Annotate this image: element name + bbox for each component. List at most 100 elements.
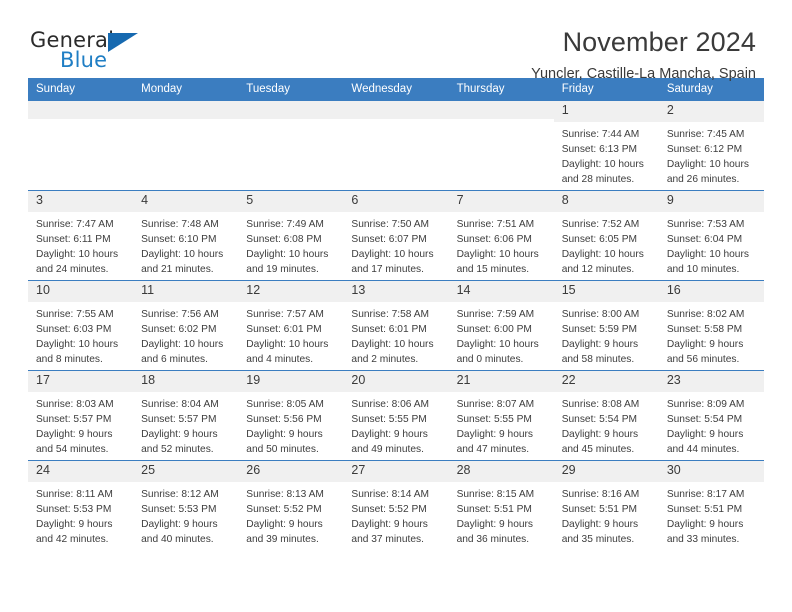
calendar-day-cell[interactable]: 18 Sunrise: 8:04 AM Sunset: 5:57 PM Dayligh… — [133, 370, 239, 461]
calendar-day-cell[interactable]: 7 Sunrise: 7:51 AM Sunset: 6:06 PM Daylight… — [448, 190, 554, 281]
calendar-day-cell[interactable]: 14 Sunrise: 7:59 AM Sunset: 6:00 PM Dayligh… — [448, 280, 554, 371]
daylight-duration: Daylight: 10 hours and 2 minutes. — [351, 338, 434, 366]
calendar-day-cell[interactable]: 27 Sunrise: 8:14 AM Sunset: 5:52 PM Dayligh… — [343, 460, 449, 550]
day-details: Sunrise: 8:08 AM Sunset: 5:54 PM Daylight:… — [554, 392, 659, 457]
calendar-day-cell-empty — [28, 101, 134, 191]
day-number: 22 — [553, 371, 659, 392]
calendar-day-cell[interactable]: 12 Sunrise: 7:57 AM Sunset: 6:01 PM Dayligh… — [238, 280, 344, 371]
calendar-day-cell[interactable]: 9 Sunrise: 7:53 AM Sunset: 6:04 PM Daylight… — [658, 190, 764, 281]
daylight-duration: Daylight: 10 hours and 12 minutes. — [561, 248, 644, 276]
day-number: 27 — [343, 461, 449, 482]
calendar-day-cell[interactable]: 24 Sunrise: 8:11 AM Sunset: 5:53 PM Dayligh… — [28, 460, 134, 550]
daylight-duration: Daylight: 9 hours and 50 minutes. — [246, 428, 323, 456]
sunrise-time: Sunrise: 8:14 AM — [351, 488, 430, 500]
sunrise-time: Sunrise: 8:04 AM — [141, 398, 219, 410]
day-details: Sunrise: 7:52 AM Sunset: 6:05 PM Daylight:… — [554, 212, 659, 277]
day-number: 12 — [238, 281, 344, 302]
daylight-duration: Daylight: 9 hours and 49 minutes. — [351, 428, 428, 456]
day-details: Sunrise: 7:45 AM Sunset: 6:12 PM Daylight:… — [659, 122, 764, 187]
calendar-day-cell[interactable]: 16 Sunrise: 8:02 AM Sunset: 5:58 PM Dayligh… — [658, 280, 764, 371]
calendar-day-cell[interactable]: 13 Sunrise: 7:58 AM Sunset: 6:01 PM Dayligh… — [343, 280, 449, 371]
sunset-time: Sunset: 5:55 PM — [351, 413, 427, 425]
daylight-duration: Daylight: 10 hours and 15 minutes. — [456, 248, 539, 276]
day-number: 14 — [448, 281, 554, 302]
sunset-time: Sunset: 6:05 PM — [561, 233, 638, 245]
calendar-day-cell[interactable]: 1 Sunrise: 7:44 AM Sunset: 6:13 PM Daylight… — [553, 101, 659, 191]
day-number: 9 — [658, 191, 764, 212]
calendar-day-cell[interactable]: 25 Sunrise: 8:12 AM Sunset: 5:53 PM Dayligh… — [133, 460, 239, 550]
sunset-time: Sunset: 5:51 PM — [456, 503, 532, 515]
calendar-day-cell[interactable]: 20 Sunrise: 8:06 AM Sunset: 5:55 PM Dayligh… — [343, 370, 449, 461]
sunrise-time: Sunrise: 8:03 AM — [36, 398, 114, 410]
calendar-day-cell[interactable]: 22 Sunrise: 8:08 AM Sunset: 5:54 PM Dayligh… — [553, 370, 659, 461]
sunrise-time: Sunrise: 8:02 AM — [666, 308, 745, 320]
sunrise-time: Sunrise: 8:12 AM — [141, 488, 219, 500]
daylight-duration: Daylight: 9 hours and 36 minutes. — [456, 518, 534, 546]
sunset-time: Sunset: 6:13 PM — [561, 143, 638, 155]
sunrise-time: Sunrise: 8:16 AM — [561, 488, 640, 500]
calendar-day-cell[interactable]: 30 Sunrise: 8:17 AM Sunset: 5:51 PM Dayligh… — [658, 460, 764, 550]
daylight-duration: Daylight: 10 hours and 17 minutes. — [351, 248, 434, 276]
daylight-duration: Daylight: 9 hours and 39 minutes. — [246, 518, 323, 546]
daylight-duration: Daylight: 9 hours and 47 minutes. — [456, 428, 534, 456]
sunset-time: Sunset: 5:58 PM — [666, 323, 743, 335]
calendar-day-cell[interactable]: 6 Sunrise: 7:50 AM Sunset: 6:07 PM Daylight… — [343, 190, 449, 281]
day-number — [133, 101, 239, 119]
page-subtitle: Yuncler, Castille-La Mancha, Spain — [531, 65, 756, 82]
calendar-day-cell[interactable]: 5 Sunrise: 7:49 AM Sunset: 6:08 PM Daylight… — [238, 190, 344, 281]
day-number: 11 — [133, 281, 239, 302]
day-details: Sunrise: 8:14 AM Sunset: 5:52 PM Daylight:… — [343, 482, 448, 547]
day-details: Sunrise: 8:13 AM Sunset: 5:52 PM Daylight:… — [238, 482, 343, 547]
day-number — [28, 101, 134, 119]
calendar-day-cell[interactable]: 26 Sunrise: 8:13 AM Sunset: 5:52 PM Dayligh… — [238, 460, 344, 550]
sunrise-time: Sunrise: 8:07 AM — [456, 398, 535, 410]
day-details: Sunrise: 7:49 AM Sunset: 6:08 PM Daylight:… — [238, 212, 343, 277]
day-details: Sunrise: 8:17 AM Sunset: 5:51 PM Daylight:… — [659, 482, 764, 547]
sunrise-time: Sunrise: 7:50 AM — [351, 218, 430, 230]
sunrise-time: Sunrise: 7:49 AM — [246, 218, 324, 230]
calendar-day-cell[interactable]: 17 Sunrise: 8:03 AM Sunset: 5:57 PM Dayligh… — [28, 370, 134, 461]
calendar-day-cell[interactable]: 8 Sunrise: 7:52 AM Sunset: 6:05 PM Daylight… — [553, 190, 659, 281]
sunrise-time: Sunrise: 8:08 AM — [561, 398, 640, 410]
day-number: 19 — [238, 371, 344, 392]
day-details: Sunrise: 7:48 AM Sunset: 6:10 PM Daylight:… — [133, 212, 238, 277]
sunrise-time: Sunrise: 7:52 AM — [561, 218, 640, 230]
daylight-duration: Daylight: 10 hours and 10 minutes. — [666, 248, 749, 276]
day-details: Sunrise: 8:05 AM Sunset: 5:56 PM Daylight:… — [238, 392, 343, 457]
calendar-day-cell[interactable]: 3 Sunrise: 7:47 AM Sunset: 6:11 PM Daylight… — [28, 190, 134, 281]
sunrise-time: Sunrise: 8:05 AM — [246, 398, 324, 410]
calendar-day-cell[interactable]: 15 Sunrise: 8:00 AM Sunset: 5:59 PM Dayligh… — [553, 280, 659, 371]
day-details: Sunrise: 8:12 AM Sunset: 5:53 PM Daylight:… — [133, 482, 238, 547]
calendar-day-cell[interactable]: 28 Sunrise: 8:15 AM Sunset: 5:51 PM Dayligh… — [448, 460, 554, 550]
sunrise-time: Sunrise: 7:59 AM — [456, 308, 535, 320]
sunset-time: Sunset: 6:07 PM — [351, 233, 427, 245]
calendar-day-cell[interactable]: 21 Sunrise: 8:07 AM Sunset: 5:55 PM Dayligh… — [448, 370, 554, 461]
daylight-duration: Daylight: 9 hours and 35 minutes. — [561, 518, 639, 546]
day-details: Sunrise: 8:15 AM Sunset: 5:51 PM Daylight:… — [449, 482, 554, 547]
calendar-day-cell[interactable]: 4 Sunrise: 7:48 AM Sunset: 6:10 PM Daylight… — [133, 190, 239, 281]
general-blue-logo[interactable]: General Blue — [30, 28, 150, 76]
calendar-day-cell[interactable]: 19 Sunrise: 8:05 AM Sunset: 5:56 PM Dayligh… — [238, 370, 344, 461]
page-header: General Blue November 2024 Yuncler, Cast… — [0, 0, 792, 81]
day-number: 8 — [553, 191, 659, 212]
calendar-day-cell[interactable]: 11 Sunrise: 7:56 AM Sunset: 6:02 PM Dayligh… — [133, 280, 239, 371]
daylight-duration: Daylight: 10 hours and 0 minutes. — [456, 338, 539, 366]
day-number: 6 — [343, 191, 449, 212]
day-details: Sunrise: 7:50 AM Sunset: 6:07 PM Daylight:… — [343, 212, 448, 277]
calendar-day-cell[interactable]: 10 Sunrise: 7:55 AM Sunset: 6:03 PM Dayligh… — [28, 280, 134, 371]
calendar-day-cell[interactable]: 23 Sunrise: 8:09 AM Sunset: 5:54 PM Dayligh… — [658, 370, 764, 461]
sunrise-time: Sunrise: 7:53 AM — [666, 218, 745, 230]
day-number — [448, 101, 554, 119]
calendar-day-cell[interactable]: 29 Sunrise: 8:16 AM Sunset: 5:51 PM Dayligh… — [553, 460, 659, 550]
triangle-icon — [108, 33, 138, 52]
daylight-duration: Daylight: 10 hours and 4 minutes. — [246, 338, 329, 366]
day-number: 16 — [658, 281, 764, 302]
calendar-day-cell[interactable]: 2 Sunrise: 7:45 AM Sunset: 6:12 PM Daylight… — [658, 101, 764, 191]
weekday-header-sunday: Sunday — [28, 78, 134, 101]
page-title: November 2024 — [562, 27, 756, 57]
sunset-time: Sunset: 5:53 PM — [141, 503, 217, 515]
day-number: 3 — [28, 191, 134, 212]
calendar-day-cell-empty — [343, 101, 449, 191]
sunset-time: Sunset: 6:01 PM — [246, 323, 322, 335]
weekday-header-monday: Monday — [133, 78, 239, 101]
